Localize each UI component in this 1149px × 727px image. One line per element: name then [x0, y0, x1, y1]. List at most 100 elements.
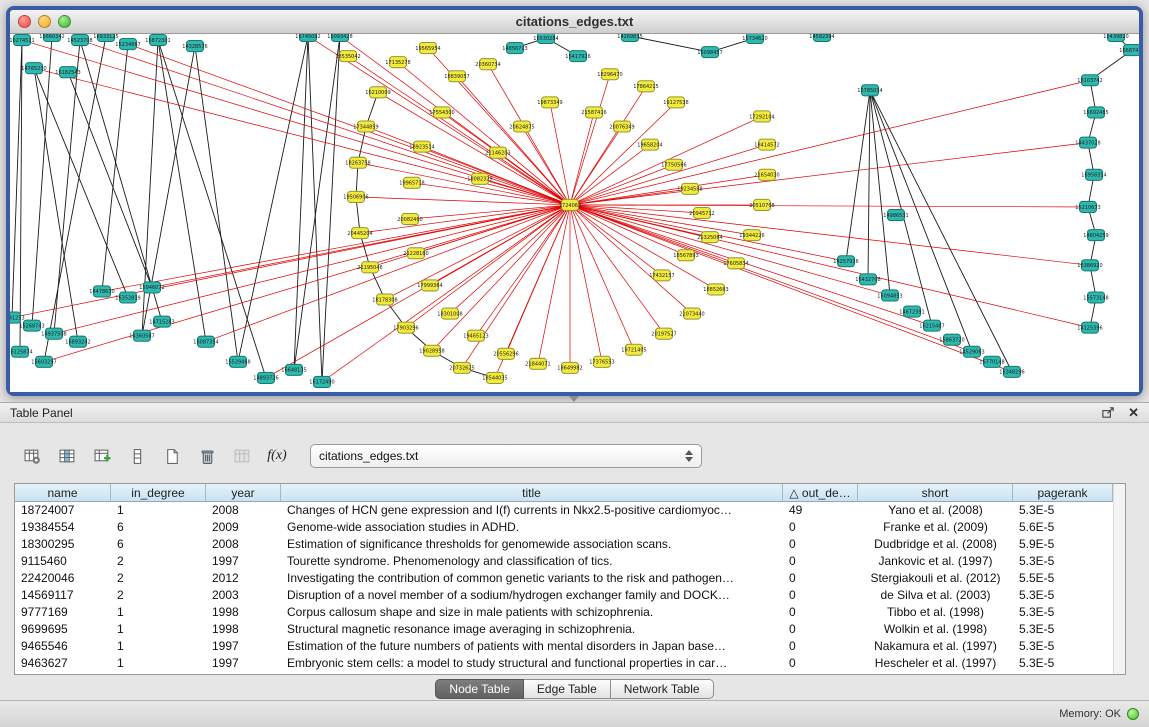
- zoom-window-button[interactable]: [58, 15, 71, 28]
- graph-node[interactable]: 16893242: [65, 336, 90, 347]
- graph-node[interactable]: 19721405: [621, 344, 646, 355]
- import-table-button[interactable]: [228, 443, 256, 469]
- table-row[interactable]: 946362711997Embryonic stem cells: a mode…: [15, 655, 1113, 672]
- graph-node[interactable]: 21844071: [525, 358, 550, 369]
- table-row[interactable]: 1830029562008Estimation of significance …: [15, 536, 1113, 553]
- column-header-pagerank[interactable]: pagerank: [1013, 484, 1113, 502]
- graph-node[interactable]: 18301008: [437, 308, 462, 319]
- graph-node[interactable]: 21587416: [581, 107, 606, 118]
- graph-node[interactable]: 15529468: [225, 356, 250, 367]
- graph-node[interactable]: 15268743: [19, 320, 44, 331]
- graph-node[interactable]: 16687432: [1119, 45, 1139, 56]
- graph-node[interactable]: 20082460: [397, 214, 422, 225]
- graph-node[interactable]: 15872301: [145, 35, 170, 46]
- table-row[interactable]: 969969511998Structural magnetic resonanc…: [15, 621, 1113, 638]
- graph-node[interactable]: 15439820: [1103, 34, 1128, 42]
- graph-node[interactable]: 14328576: [182, 41, 207, 52]
- graph-node[interactable]: 16215487: [919, 320, 944, 331]
- graph-node[interactable]: 17376553: [589, 356, 614, 367]
- graph-node[interactable]: 16125874: [10, 346, 33, 357]
- network-graph[interactable]: 1853504217135278195659541883905720360734…: [10, 34, 1139, 392]
- graph-node[interactable]: 16530284: [533, 34, 558, 44]
- graph-node[interactable]: 17135278: [385, 57, 410, 68]
- graph-node[interactable]: 14478630: [89, 286, 114, 297]
- graph-node[interactable]: 17605834: [723, 258, 748, 269]
- table-row[interactable]: 977716911998Corpus callosum shape and si…: [15, 604, 1113, 621]
- graph-node[interactable]: 20076349: [609, 121, 634, 132]
- graph-node[interactable]: 19465123: [463, 330, 488, 341]
- graph-node[interactable]: 14856713: [502, 43, 527, 54]
- table-row[interactable]: 1938455462009Genome-wide association stu…: [15, 519, 1113, 536]
- graph-node[interactable]: 16098457: [697, 47, 722, 58]
- graph-node[interactable]: 15234867: [115, 39, 140, 50]
- graph-node[interactable]: 21195046: [357, 262, 382, 273]
- graph-node[interactable]: 20197527: [651, 328, 676, 339]
- graph-node[interactable]: 14715283: [149, 316, 174, 327]
- graph-node[interactable]: 15417926: [565, 51, 590, 62]
- graph-node[interactable]: 14672391: [899, 306, 924, 317]
- graph-node[interactable]: 16648135: [281, 364, 306, 375]
- float-panel-icon[interactable]: [1101, 405, 1116, 420]
- graph-node[interactable]: 20510768: [749, 199, 774, 210]
- table-row[interactable]: 1872400712008Changes of HCN gene express…: [15, 502, 1113, 519]
- graph-node[interactable]: 14125396: [1077, 322, 1102, 333]
- graph-node[interactable]: 20624875: [509, 121, 534, 132]
- new-table-button[interactable]: [158, 443, 186, 469]
- table-row[interactable]: 946554611997Estimation of the future num…: [15, 638, 1113, 655]
- graph-node[interactable]: 15573148: [1083, 292, 1108, 303]
- tab-edge-table[interactable]: Edge Table: [524, 679, 611, 699]
- window-titlebar[interactable]: citations_edges.txt: [10, 10, 1139, 34]
- graph-node[interactable]: 19873349: [537, 97, 562, 108]
- graph-node[interactable]: 20732625: [449, 362, 474, 373]
- column-header-name[interactable]: name: [15, 484, 111, 502]
- graph-node[interactable]: 20945712: [689, 207, 714, 218]
- table-row[interactable]: 1456911722003Disruption of a novel membe…: [15, 587, 1113, 604]
- graph-node[interactable]: 16933125: [93, 34, 118, 42]
- column-header-year[interactable]: year: [206, 484, 281, 502]
- close-panel-icon[interactable]: ✕: [1128, 406, 1139, 419]
- graph-node[interactable]: 16386920: [1077, 260, 1102, 271]
- edit-table-button[interactable]: [88, 443, 116, 469]
- row-options-button[interactable]: [123, 443, 151, 469]
- delete-table-button[interactable]: [193, 443, 221, 469]
- graph-node[interactable]: 16432708: [855, 274, 880, 285]
- graph-node[interactable]: 18839057: [444, 71, 469, 82]
- graph-node[interactable]: 19965718: [399, 177, 424, 188]
- graph-node[interactable]: 20445204: [347, 228, 372, 239]
- table-row[interactable]: 911546021997Tourette syndrome. Phenomeno…: [15, 553, 1113, 570]
- graph-node[interactable]: 16274511: [10, 35, 35, 46]
- graph-node[interactable]: 15348296: [999, 366, 1024, 377]
- graph-node[interactable]: 17903296: [393, 322, 418, 333]
- graph-node[interactable]: 21073440: [679, 308, 704, 319]
- graph-node[interactable]: 15210673: [1075, 201, 1100, 212]
- graph-node[interactable]: 14986531: [883, 209, 908, 220]
- table-options-button[interactable]: [18, 443, 46, 469]
- graph-node[interactable]: 21146203: [485, 147, 510, 158]
- graph-node[interactable]: 16770148: [979, 356, 1004, 367]
- graph-node[interactable]: 14523708: [67, 35, 92, 46]
- graph-node[interactable]: 18414572: [754, 139, 779, 150]
- graph-node[interactable]: 15603297: [31, 356, 56, 367]
- show-columns-button[interactable]: [53, 443, 81, 469]
- graph-hub-node[interactable]: 1724063: [559, 199, 581, 210]
- graph-node[interactable]: 18852663: [703, 284, 728, 295]
- function-builder-button[interactable]: f(x): [263, 443, 291, 469]
- graph-node[interactable]: 14893726: [253, 372, 278, 383]
- network-canvas[interactable]: 1853504217135278195659541883905720360734…: [10, 34, 1139, 392]
- graph-node[interactable]: 19344226: [739, 230, 764, 241]
- graph-node[interactable]: 19658204: [637, 139, 662, 150]
- graph-node[interactable]: 21325064: [697, 232, 722, 243]
- graph-node[interactable]: 19028958: [419, 345, 444, 356]
- table-scrollbar[interactable]: [1113, 484, 1125, 674]
- graph-node[interactable]: 18263758: [345, 157, 370, 168]
- minimize-window-button[interactable]: [38, 15, 51, 28]
- graph-node[interactable]: 16841253: [10, 312, 25, 323]
- graph-node[interactable]: 14765230: [21, 63, 46, 74]
- column-header-title[interactable]: title: [281, 484, 783, 502]
- graph-node[interactable]: 14804259: [1083, 230, 1108, 241]
- graph-node[interactable]: 14582394: [809, 34, 834, 42]
- graph-node[interactable]: 21228180: [403, 248, 428, 259]
- graph-node[interactable]: 18296470: [597, 69, 622, 80]
- graph-node[interactable]: 15734620: [742, 34, 767, 44]
- graph-node[interactable]: 14529063: [959, 346, 984, 357]
